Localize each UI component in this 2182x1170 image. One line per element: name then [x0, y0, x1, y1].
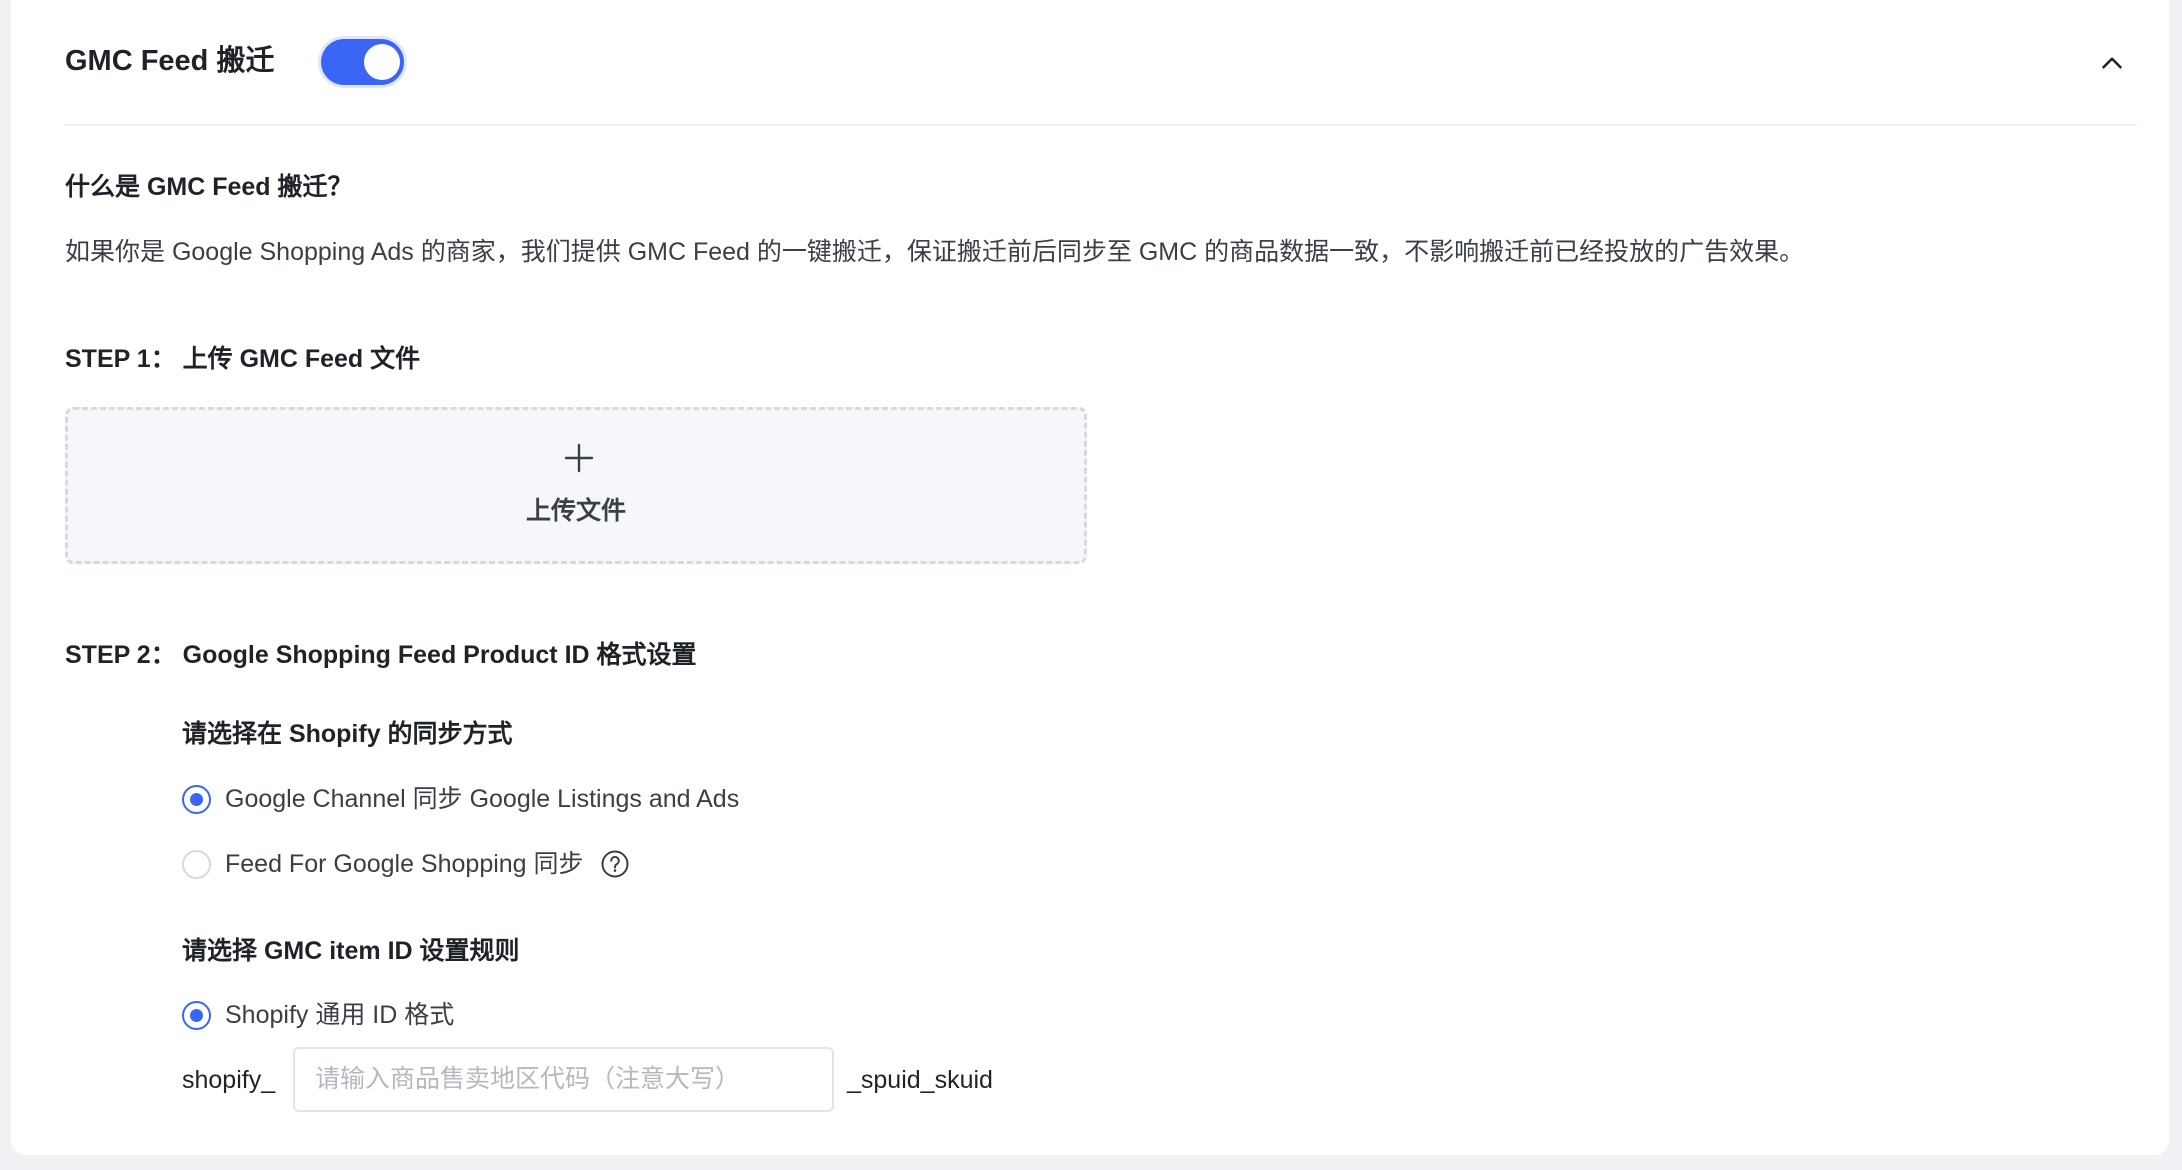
step2-title: STEP 2： Google Shopping Feed Product ID … [65, 641, 697, 669]
region-code-input[interactable] [293, 1047, 834, 1112]
upload-file-dropzone[interactable]: 上传文件 [65, 407, 1087, 564]
plus-icon [564, 443, 594, 473]
radio-button[interactable] [182, 1000, 211, 1030]
toggle-knob [364, 44, 400, 80]
radio-button[interactable] [182, 849, 211, 879]
radio-button[interactable] [182, 784, 211, 814]
intro-question: 什么是 GMC Feed 搬迁？ [65, 173, 353, 201]
id-prefix: shopify_ [182, 1066, 276, 1094]
radio-label: Shopify 通用 ID 格式 [225, 1001, 455, 1029]
radio-feed-for-google-shopping[interactable]: Feed For Google Shopping 同步 [182, 845, 630, 883]
radio-label: Feed For Google Shopping 同步 [225, 850, 584, 878]
radio-google-channel[interactable]: Google Channel 同步 Google Listings and Ad… [182, 780, 739, 818]
radio-shopify-generic-id[interactable]: Shopify 通用 ID 格式 [182, 996, 454, 1034]
id-suffix: _spuid_skuid [847, 1066, 993, 1094]
gmc-feed-migration-card: GMC Feed 搬迁 什么是 GMC Feed 搬迁？ 如果你是 Google… [11, 0, 2169, 1155]
radio-label: Google Channel 同步 Google Listings and Ad… [225, 785, 740, 813]
migration-toggle[interactable] [321, 39, 404, 85]
question-circle-icon[interactable] [600, 849, 630, 879]
card-title: GMC Feed 搬迁 [65, 45, 275, 77]
sync-method-title: 请选择在 Shopify 的同步方式 [182, 720, 513, 748]
id-rule-title: 请选择 GMC item ID 设置规则 [182, 937, 520, 965]
intro-description: 如果你是 Google Shopping Ads 的商家，我们提供 GMC Fe… [65, 238, 1805, 266]
chevron-up-icon[interactable] [2095, 46, 2129, 80]
card-header: GMC Feed 搬迁 [65, 0, 2137, 126]
step1-title: STEP 1： 上传 GMC Feed 文件 [65, 345, 421, 373]
upload-file-label: 上传文件 [525, 497, 626, 525]
